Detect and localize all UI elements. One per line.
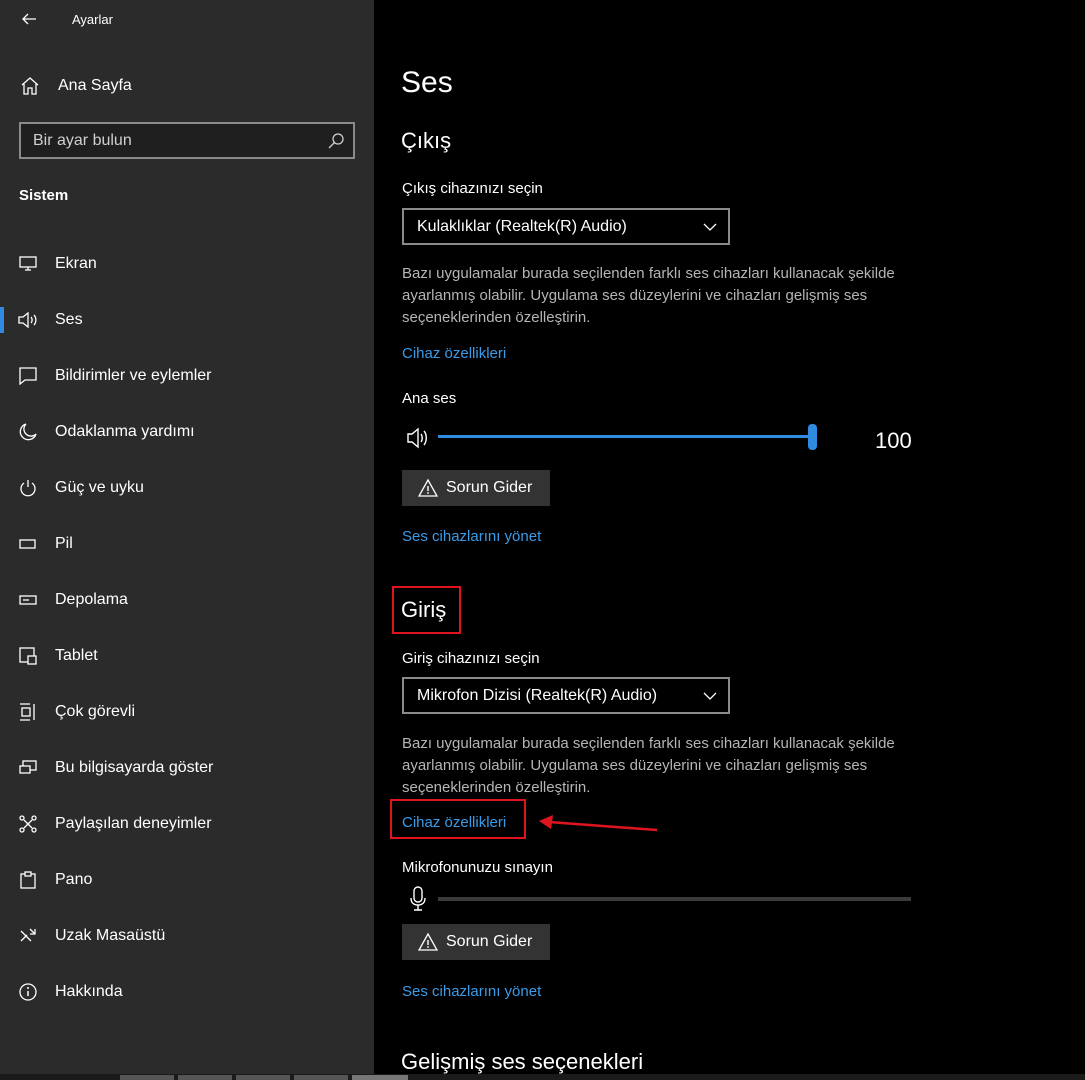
output-device-value: Kulaklıklar (Realtek(R) Audio) [417,218,627,235]
volume-thumb[interactable] [808,424,817,450]
master-volume-label: Ana ses [402,390,457,407]
output-device-properties-link[interactable]: Cihaz özellikleri [402,345,506,362]
sidebar-item-odaklanma[interactable]: Odaklanma yardımı [0,411,374,453]
storage-icon [18,590,38,610]
sidebar-item-bildirimler[interactable]: Bildirimler ve eylemler [0,355,374,397]
speaker-icon [18,310,38,330]
sidebar-item-label: Depolama [55,591,128,608]
remote-icon [18,926,38,946]
info-icon [18,982,38,1002]
taskbar-thumbnail[interactable] [178,1075,232,1080]
sidebar-item-paylasilan[interactable]: Paylaşılan deneyimler [0,803,374,845]
taskbar-thumbnail[interactable] [236,1075,290,1080]
back-arrow-icon [22,13,36,25]
output-heading: Çıkış [401,128,452,153]
power-icon [18,478,38,498]
input-device-value: Mikrofon Dizisi (Realtek(R) Audio) [417,687,658,704]
search-icon[interactable] [327,132,345,150]
chevron-down-icon [703,692,717,700]
input-troubleshoot-button[interactable]: Sorun Gider [402,924,550,960]
sidebar-item-label: Pano [55,871,93,888]
chevron-down-icon [703,223,717,231]
battery-icon [18,534,38,554]
sidebar-item-label: Tablet [55,647,98,664]
microphone-icon [410,886,426,911]
sidebar-item-pil[interactable]: Pil [0,523,374,565]
warning-icon [418,478,438,497]
mic-test-label: Mikrofonunuzu sınayın [402,859,553,876]
main-content: Ses Çıkış Çıkış cihazınızı seçin Kulaklı… [374,0,1085,1080]
volume-track[interactable] [438,435,813,438]
home-label: Ana Sayfa [58,77,132,94]
troubleshoot-label: Sorun Gider [446,479,533,496]
sidebar-item-label: Pil [55,535,73,552]
sidebar-item-label: Uzak Masaüstü [55,927,166,944]
mic-level-track [438,897,911,901]
section-label-system: Sistem [19,187,69,204]
master-volume-slider[interactable] [402,422,922,452]
volume-value: 100 [875,428,912,453]
sidebar-item-label: Ses [55,311,83,328]
multitasking-icon [18,702,38,722]
output-manage-devices-link[interactable]: Ses cihazlarını yönet [402,528,541,545]
sidebar-item-label: Bildirimler ve eylemler [55,367,212,384]
input-device-dropdown[interactable]: Mikrofon Dizisi (Realtek(R) Audio) [402,677,730,714]
taskbar-thumbnail[interactable] [294,1075,348,1080]
sidebar-item-hakkinda[interactable]: Hakkında [0,971,374,1013]
advanced-sound-heading: Gelişmiş ses seçenekleri [401,1049,644,1074]
input-select-label: Giriş cihazınızı seçin [402,650,540,667]
output-troubleshoot-button[interactable]: Sorun Gider [402,470,550,506]
tablet-icon [18,646,38,666]
sidebar-item-label: Çok görevli [55,703,136,720]
search-placeholder: Bir ayar bulun [33,132,132,149]
moon-icon [18,422,38,442]
shared-icon [18,814,38,834]
output-device-dropdown[interactable]: Kulaklıklar (Realtek(R) Audio) [402,208,730,245]
sidebar-item-depolama[interactable]: Depolama [0,579,374,621]
troubleshoot-label: Sorun Gider [446,933,533,950]
home-nav-item[interactable]: Ana Sayfa [0,70,374,102]
sidebar-item-ses[interactable]: Ses [0,299,374,341]
sidebar-item-label: Bu bilgisayarda göster [55,759,214,776]
sidebar-item-cok-gorevli[interactable]: Çok görevli [0,691,374,733]
input-description: Bazı uygulamalar burada seçilenden farkl… [402,735,895,796]
mic-level-meter [402,884,922,914]
sidebar-item-label: Hakkında [55,983,123,1000]
taskbar-thumbnail[interactable] [120,1075,174,1080]
page-title: Ses [401,66,453,99]
back-button[interactable] [18,8,40,30]
app-title: Ayarlar [72,12,113,27]
speaker-icon[interactable] [406,426,430,450]
warning-icon [418,932,438,951]
clipboard-icon [18,870,38,890]
taskbar-thumbnail[interactable] [352,1075,408,1080]
sidebar-item-tablet[interactable]: Tablet [0,635,374,677]
output-description: Bazı uygulamalar burada seçilenden farkl… [402,265,895,326]
annotation-arrow-icon [539,815,658,832]
sidebar-item-label: Ekran [55,255,97,272]
title-bar: Ayarlar [0,0,374,38]
sidebar-item-uzak-masaustu[interactable]: Uzak Masaüstü [0,915,374,957]
project-icon [18,758,38,778]
home-icon [21,77,39,95]
sidebar: Ayarlar Ana Sayfa Bir ayar bulun Sistem … [0,0,374,1080]
sidebar-item-label: Odaklanma yardımı [55,423,195,440]
sidebar-item-ekran[interactable]: Ekran [0,243,374,285]
input-manage-devices-link[interactable]: Ses cihazlarını yönet [402,983,541,1000]
sidebar-item-bu-bilgisayarda-goster[interactable]: Bu bilgisayarda göster [0,747,374,789]
sidebar-item-label: Paylaşılan deneyimler [55,815,212,832]
sidebar-item-pano[interactable]: Pano [0,859,374,901]
sidebar-item-label: Güç ve uyku [55,479,144,496]
search-input[interactable]: Bir ayar bulun [19,122,355,159]
notification-icon [18,366,38,386]
monitor-icon [18,254,38,274]
output-select-label: Çıkış cihazınızı seçin [402,180,543,197]
input-heading: Giriş [401,597,447,622]
sidebar-item-guc[interactable]: Güç ve uyku [0,467,374,509]
input-device-properties-link[interactable]: Cihaz özellikleri [402,814,506,831]
